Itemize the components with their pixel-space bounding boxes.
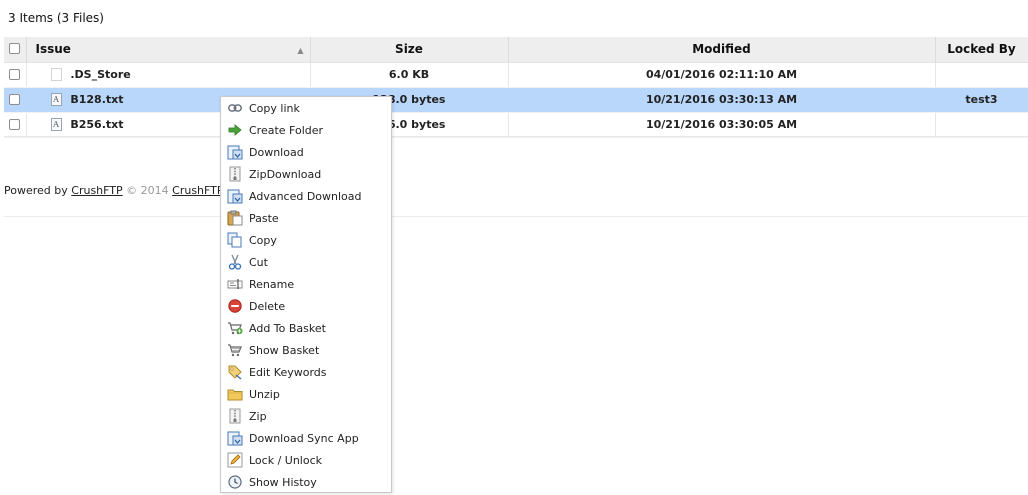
menu-item-zip-download[interactable]: ZipDownload (221, 163, 391, 185)
menu-item-label: Rename (249, 277, 295, 291)
copy-icon (227, 232, 243, 248)
menu-item-label: Lock / Unlock (249, 453, 323, 467)
file-modified: 10/21/2016 03:30:13 AM (508, 87, 936, 113)
paste-icon (227, 210, 243, 226)
menu-item-paste[interactable]: Paste (221, 207, 391, 229)
menu-item-label: Edit Keywords (249, 365, 327, 379)
download-icon (227, 144, 243, 160)
zip-icon (227, 408, 243, 424)
column-header-issue-label: Issue (35, 42, 71, 57)
rename-icon (227, 276, 243, 292)
create-folder-icon (227, 122, 243, 138)
menu-item-download[interactable]: Download (221, 141, 391, 163)
table-row[interactable]: A B256.txt 256.0 bytes 10/21/2016 03:30:… (4, 112, 1028, 138)
menu-item-rename[interactable]: Rename (221, 273, 391, 295)
column-header-issue[interactable]: Issue ▲ (26, 37, 311, 63)
menu-item-copy[interactable]: Copy (221, 229, 391, 251)
footer-crushftp-link[interactable]: CrushFTP (71, 184, 122, 197)
column-header-size[interactable]: Size (310, 37, 509, 63)
scissors-icon (227, 254, 243, 270)
table-row[interactable]: A B128.txt 128.0 bytes 10/21/2016 03:30:… (4, 87, 1028, 113)
column-header-modified[interactable]: Modified (508, 37, 936, 63)
menu-item-cut[interactable]: Cut (221, 251, 391, 273)
menu-item-label: Create Folder (249, 123, 324, 137)
menu-item-zip[interactable]: Zip (221, 405, 391, 427)
file-locked-by: test3 (935, 87, 1028, 113)
menu-item-edit-keywords[interactable]: Edit Keywords (221, 361, 391, 383)
menu-item-lock-unlock[interactable]: Lock / Unlock (221, 449, 391, 471)
menu-item-unzip[interactable]: Unzip (221, 383, 391, 405)
menu-item-label: Unzip (249, 387, 280, 401)
menu-item-label: Download Sync App (249, 431, 359, 445)
menu-item-download-sync-app[interactable]: Download Sync App (221, 427, 391, 449)
menu-item-add-to-basket[interactable]: Add To Basket (221, 317, 391, 339)
file-locked-by (935, 62, 1028, 88)
add-to-basket-icon (227, 320, 243, 336)
column-header-locked-by[interactable]: Locked By (935, 37, 1028, 63)
table-row[interactable]: .DS_Store 6.0 KB 04/01/2016 02:11:10 AM (4, 62, 1028, 88)
menu-item-label: Advanced Download (249, 189, 362, 203)
menu-item-show-history[interactable]: Show Histoy (221, 471, 391, 493)
menu-item-label: Delete (249, 299, 286, 313)
row-checkbox-cell[interactable] (4, 62, 27, 88)
items-summary: 3 Items (3 Files) (8, 11, 104, 25)
select-all-checkbox[interactable] (9, 43, 21, 55)
file-modified: 10/21/2016 03:30:05 AM (508, 112, 936, 138)
menu-item-copy-link[interactable]: Copy link (221, 97, 391, 119)
tag-icon (227, 364, 243, 380)
table-header-row: Issue ▲ Size Modified Locked By (4, 37, 1028, 63)
menu-item-label: Zip (249, 409, 267, 423)
footer-divider (4, 216, 1028, 217)
file-table: Issue ▲ Size Modified Locked By .DS_Stor… (4, 37, 1028, 138)
file-locked-by (935, 112, 1028, 138)
row-checkbox[interactable] (9, 68, 21, 80)
footer-copyright: © 2014 (126, 184, 169, 197)
advanced-download-icon (227, 188, 243, 204)
menu-item-label: Add To Basket (249, 321, 326, 335)
file-browser: 3 Items (3 Files) Issue ▲ Size Modified … (0, 0, 1028, 495)
file-name[interactable]: B128.txt (70, 93, 123, 106)
footer: Powered by CrushFTP © 2014 CrushFTP (4, 184, 224, 197)
history-icon (227, 474, 243, 490)
link-icon (227, 100, 243, 116)
row-checkbox-cell[interactable] (4, 112, 27, 138)
basket-icon (227, 342, 243, 358)
zip-download-icon (227, 166, 243, 182)
row-checkbox[interactable] (9, 93, 21, 105)
menu-item-label: Copy (249, 233, 277, 247)
text-file-icon: A (50, 117, 62, 131)
menu-item-create-folder[interactable]: Create Folder (221, 119, 391, 141)
blank-file-icon (50, 67, 62, 81)
file-size: 6.0 KB (310, 62, 509, 88)
pencil-icon (227, 452, 243, 468)
footer-crushftp-link-2[interactable]: CrushFTP (172, 184, 223, 197)
context-menu: Copy link Create Folder Download ZipDown… (220, 96, 392, 493)
menu-item-delete[interactable]: Delete (221, 295, 391, 317)
file-modified: 04/01/2016 02:11:10 AM (508, 62, 936, 88)
menu-item-label: Download (249, 145, 304, 159)
file-name[interactable]: B256.txt (70, 118, 123, 131)
footer-powered-by: Powered by (4, 184, 68, 197)
file-name-cell[interactable]: .DS_Store (26, 62, 311, 88)
delete-icon (227, 298, 243, 314)
select-all-checkbox-cell[interactable] (4, 37, 27, 63)
menu-item-label: Paste (249, 211, 279, 225)
text-file-icon: A (50, 92, 62, 106)
row-checkbox-cell[interactable] (4, 87, 27, 113)
menu-item-label: Cut (249, 255, 268, 269)
sort-ascending-icon: ▲ (297, 46, 304, 55)
row-checkbox[interactable] (9, 118, 21, 130)
menu-item-label: Show Basket (249, 343, 320, 357)
menu-item-show-basket[interactable]: Show Basket (221, 339, 391, 361)
menu-item-label: ZipDownload (249, 167, 322, 181)
table-bottom-divider (4, 136, 1028, 137)
menu-item-label: Copy link (249, 101, 300, 115)
menu-item-label: Show Histoy (249, 475, 317, 489)
sync-app-icon (227, 430, 243, 446)
unzip-icon (227, 386, 243, 402)
file-name[interactable]: .DS_Store (70, 68, 130, 81)
menu-item-advanced-download[interactable]: Advanced Download (221, 185, 391, 207)
